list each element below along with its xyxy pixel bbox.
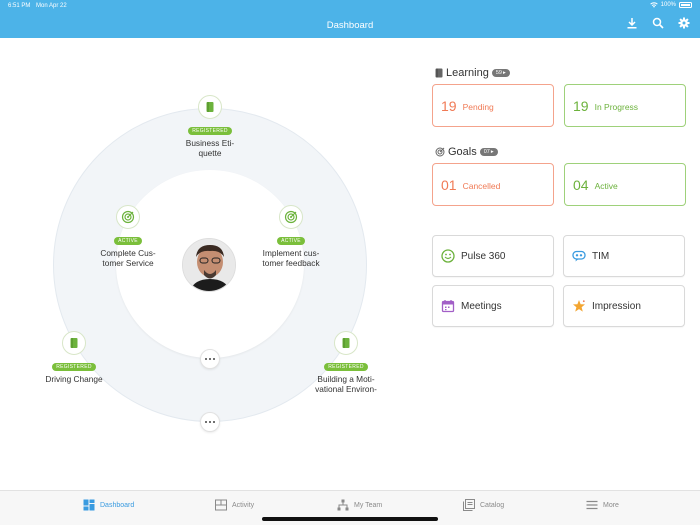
target-icon (279, 205, 303, 229)
chevron-right-icon: ▸ (502, 70, 506, 76)
menu-icon (586, 500, 598, 510)
learning-pending-card[interactable]: 19 Pending (432, 84, 554, 127)
status-badge: ACTIVE (114, 237, 142, 245)
goals-active-card[interactable]: 04 Active (564, 163, 686, 206)
stat-value: 19 (441, 97, 457, 114)
goal-label: Driving Change (45, 374, 103, 384)
page-title: Dashboard (326, 20, 374, 31)
goal-label: Complete Cus-tomer Service (100, 248, 156, 268)
goal-node-complete-customer-service[interactable]: ACTIVE Complete Cus-tomer Service (83, 205, 173, 268)
goals-cancelled-card[interactable]: 01 Cancelled (432, 163, 554, 206)
target-icon (435, 147, 445, 157)
wifi-icon (649, 2, 658, 8)
tab-catalog[interactable]: Catalog (463, 499, 504, 511)
avatar[interactable] (182, 238, 236, 292)
battery-icon (679, 2, 692, 8)
tab-dashboard[interactable]: Dashboard (83, 499, 134, 511)
status-date: Mon Apr 22 (36, 3, 67, 9)
activity-icon (215, 499, 227, 511)
tab-label: Catalog (480, 501, 505, 509)
tile-label: Meetings (461, 300, 502, 312)
more-dots-icon (204, 420, 208, 424)
meetings-tile[interactable]: Meetings (432, 285, 554, 327)
download-icon (627, 18, 637, 29)
stat-value: 19 (573, 97, 589, 114)
chat-icon (572, 250, 586, 262)
status-badge: REGISTERED (52, 363, 96, 371)
home-indicator (262, 517, 438, 521)
tile-label: Impression (592, 300, 641, 312)
stat-label: Pending (462, 102, 494, 112)
stat-value: 04 (573, 176, 589, 193)
goals-count-badge: 07 ▸ (479, 148, 498, 156)
navigation-bar: 6:51 PM Mon Apr 22 100% Dashboard (0, 0, 700, 38)
learning-count-badge: 59 ▸ (491, 69, 510, 77)
status-time: 6:51 PM (8, 3, 31, 9)
goal-node-implement-customer-feedback[interactable]: ACTIVE Implement cus-tomer feedback (246, 205, 336, 268)
goal-node-business-etiquette[interactable]: REGISTERED Business Eti-quette (165, 95, 255, 158)
search-button[interactable] (652, 17, 664, 29)
inner-ring-more-button[interactable] (200, 349, 220, 369)
tile-label: TIM (592, 250, 610, 262)
book-icon (334, 331, 358, 355)
learning-title: Learning (446, 67, 489, 79)
tile-label: Pulse 360 (461, 250, 506, 262)
avatar-photo (183, 239, 235, 291)
stat-label: Cancelled (462, 181, 501, 191)
catalog-icon (463, 499, 475, 511)
goal-label: Building a Moti-vational Environ- (315, 374, 377, 394)
smiley-icon (441, 249, 455, 263)
gear-icon (678, 17, 690, 29)
learning-in-progress-card[interactable]: 19 In Progress (564, 84, 686, 127)
dashboard-icon (83, 499, 95, 511)
goal-node-building-motivational-environment[interactable]: REGISTERED Building a Moti-vational Envi… (301, 331, 391, 394)
book-icon (62, 331, 86, 355)
more-dots-icon (204, 357, 208, 361)
goal-label: Business Eti-quette (185, 138, 235, 158)
status-badge: ACTIVE (277, 237, 305, 245)
goal-node-driving-change[interactable]: REGISTERED Driving Change (29, 331, 119, 384)
pulse-360-tile[interactable]: Pulse 360 (432, 235, 554, 277)
tab-more[interactable]: More (586, 499, 619, 511)
calendar-icon (441, 300, 455, 313)
outer-ring-more-button[interactable] (200, 412, 220, 432)
tab-label: Activity (232, 501, 255, 509)
battery-percent: 100% (660, 2, 676, 8)
stat-label: Active (594, 181, 618, 191)
target-icon (116, 205, 140, 229)
tab-label: More (603, 501, 619, 509)
stat-label: In Progress (594, 102, 639, 112)
status-badge: REGISTERED (188, 127, 232, 135)
status-right: 100% (649, 2, 692, 8)
learning-header[interactable]: Learning 59 ▸ (435, 67, 510, 79)
team-icon (337, 499, 349, 511)
tim-tile[interactable]: TIM (563, 235, 685, 277)
tab-my-team[interactable]: My Team (337, 499, 382, 511)
settings-button[interactable] (678, 17, 690, 29)
status-bar: 6:51 PM Mon Apr 22 100% (0, 0, 700, 12)
tab-label: My Team (354, 501, 383, 509)
star-icon (573, 300, 585, 312)
chevron-right-icon: ▸ (490, 149, 494, 155)
goals-header[interactable]: Goals 07 ▸ (435, 146, 498, 158)
status-badge: REGISTERED (324, 363, 368, 371)
impression-tile[interactable]: Impression (563, 285, 685, 327)
tab-label: Dashboard (100, 501, 135, 509)
search-icon (652, 17, 664, 29)
tab-activity[interactable]: Activity (215, 499, 254, 511)
download-button[interactable] (626, 17, 638, 29)
book-icon (435, 68, 443, 78)
stat-value: 01 (441, 176, 457, 193)
goal-label: Implement cus-tomer feedback (262, 248, 320, 268)
book-icon (198, 95, 222, 119)
goals-title: Goals (448, 146, 477, 158)
